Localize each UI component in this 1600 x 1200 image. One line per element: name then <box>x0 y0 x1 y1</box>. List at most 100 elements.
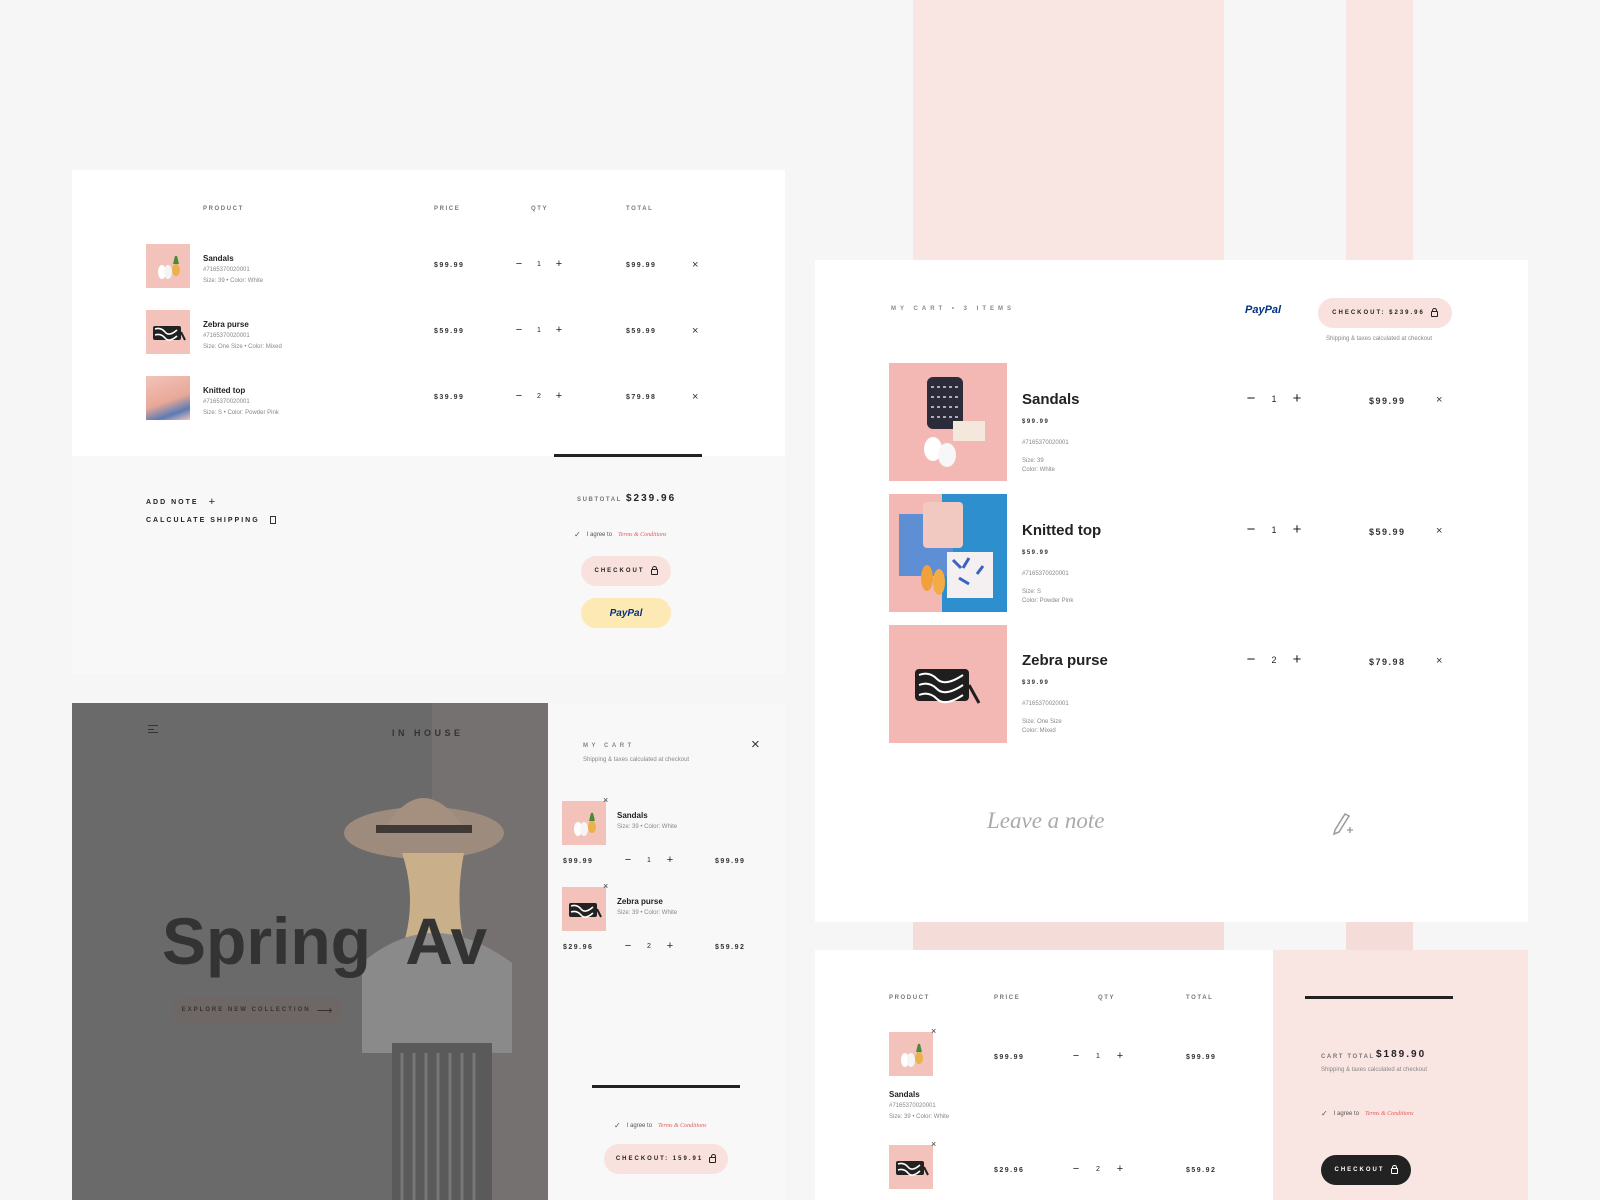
item-price: $99.99 <box>563 858 594 865</box>
big-cart-panel: MY CART • 3 ITEMS PayPal CHECKOUT: $239.… <box>815 260 1528 922</box>
product-image-knitted-top[interactable] <box>889 494 1007 612</box>
qty-increase-button[interactable]: + <box>1289 651 1305 668</box>
qty-decrease-button[interactable]: − <box>1069 1163 1083 1175</box>
product-sku: #7165370020001 <box>1022 571 1069 577</box>
product-name[interactable]: Sandals <box>1022 391 1080 408</box>
menu-icon[interactable] <box>148 725 158 733</box>
add-note-button[interactable]: ADD NOTE + <box>146 496 217 508</box>
remove-item-icon[interactable]: × <box>1436 526 1442 537</box>
product-size: Size: S <box>1022 589 1042 595</box>
checkbox-checked-icon[interactable]: ✓ <box>1321 1109 1328 1118</box>
close-drawer-icon[interactable]: × <box>751 737 760 752</box>
qty-increase-button[interactable]: + <box>663 854 677 866</box>
product-name[interactable]: Sandals <box>203 254 234 263</box>
pencil-icon[interactable] <box>1331 810 1353 841</box>
product-sku: #7165370020001 <box>203 399 250 405</box>
product-thumbnail-sandals[interactable] <box>889 1032 933 1076</box>
calculator-icon <box>269 516 276 524</box>
product-name[interactable]: Zebra purse <box>617 897 663 906</box>
product-thumbnail-zebra-purse[interactable] <box>562 887 606 931</box>
checkout-button[interactable]: CHECKOUT <box>581 556 671 586</box>
product-thumbnail-sandals[interactable] <box>146 244 190 288</box>
product-name[interactable]: Zebra purse <box>1022 652 1108 669</box>
qty-decrease-button[interactable]: − <box>1243 651 1259 668</box>
qty-value[interactable]: 2 <box>526 393 552 400</box>
qty-increase-button[interactable]: + <box>663 940 677 952</box>
qty-decrease-button[interactable]: − <box>512 390 526 402</box>
qty-decrease-button[interactable]: − <box>512 324 526 336</box>
paypal-button[interactable]: PayPal <box>581 598 671 628</box>
qty-increase-button[interactable]: + <box>1289 390 1305 407</box>
cart-total-sidebar: CART TOTAL $189.90 Shipping & taxes calc… <box>1273 950 1528 1200</box>
remove-item-icon[interactable]: × <box>603 882 608 891</box>
remove-item-icon[interactable]: × <box>692 260 698 271</box>
remove-item-icon[interactable]: × <box>692 392 698 403</box>
checkout-button[interactable]: CHECKOUT: $239.96 <box>1318 298 1452 328</box>
item-price: $99.99 <box>994 1054 1025 1061</box>
note-input[interactable]: Leave a note <box>987 808 1105 834</box>
item-total: $59.99 <box>626 328 657 335</box>
qty-decrease-button[interactable]: − <box>621 854 635 866</box>
remove-item-icon[interactable]: × <box>692 326 698 337</box>
calculate-shipping-button[interactable]: CALCULATE SHIPPING <box>146 516 276 524</box>
item-price: $29.96 <box>563 944 594 951</box>
item-total: $79.98 <box>1369 657 1406 667</box>
remove-item-icon[interactable]: × <box>1436 656 1442 667</box>
agree-text: I agree to <box>586 531 613 538</box>
product-image-zebra-purse[interactable] <box>889 625 1007 743</box>
qty-increase-button[interactable]: + <box>1289 521 1305 538</box>
checkbox-checked-icon[interactable]: ✓ <box>614 1121 621 1130</box>
qty-value[interactable]: 1 <box>1259 394 1289 404</box>
terms-link[interactable]: Terms & Conditions <box>1365 1111 1413 1117</box>
paypal-logo: PayPal <box>609 607 643 619</box>
qty-value[interactable]: 1 <box>526 261 552 268</box>
remove-item-icon[interactable]: × <box>931 1027 936 1036</box>
qty-value[interactable]: 1 <box>1083 1053 1113 1060</box>
product-name[interactable]: Knitted top <box>203 386 245 395</box>
terms-link[interactable]: Terms & Conditions <box>658 1123 706 1129</box>
qty-increase-button[interactable]: + <box>552 258 566 270</box>
product-sku: #7165370020001 <box>889 1103 936 1109</box>
checkout-label: CHECKOUT <box>1334 1167 1385 1173</box>
qty-decrease-button[interactable]: − <box>512 258 526 270</box>
qty-value[interactable]: 1 <box>1259 525 1289 535</box>
shipping-note: Shipping & taxes calculated at checkout <box>1321 1067 1428 1073</box>
qty-increase-button[interactable]: + <box>552 390 566 402</box>
checkout-button[interactable]: CHECKOUT: 159.91 <box>604 1144 728 1174</box>
qty-decrease-button[interactable]: − <box>1243 390 1259 407</box>
remove-item-icon[interactable]: × <box>1436 395 1442 406</box>
checkout-label: CHECKOUT: $239.96 <box>1332 310 1425 316</box>
qty-value[interactable]: 1 <box>526 327 552 334</box>
qty-increase-button[interactable]: + <box>552 324 566 336</box>
brand-logo[interactable]: IN HOUSE <box>392 728 464 738</box>
checkbox-checked-icon[interactable]: ✓ <box>574 530 581 539</box>
remove-item-icon[interactable]: × <box>603 796 608 805</box>
qty-decrease-button[interactable]: − <box>1243 521 1259 538</box>
product-image-sandals[interactable] <box>889 363 1007 481</box>
subtotal-label: SUBTOTAL <box>577 497 622 503</box>
terms-link[interactable]: Terms & Conditions <box>618 532 666 538</box>
product-name[interactable]: Knitted top <box>1022 522 1101 539</box>
qty-value[interactable]: 2 <box>1083 1166 1113 1173</box>
product-thumbnail-sandals[interactable] <box>562 801 606 845</box>
qty-value[interactable]: 2 <box>1259 655 1289 665</box>
paypal-button[interactable]: PayPal <box>1245 304 1281 316</box>
qty-decrease-button[interactable]: − <box>1069 1050 1083 1062</box>
product-thumbnail-zebra-purse[interactable] <box>146 310 190 354</box>
purse-image <box>153 326 186 341</box>
product-name[interactable]: Zebra purse <box>203 320 249 329</box>
product-thumbnail-zebra-purse[interactable] <box>889 1145 933 1189</box>
column-header-price: PRICE <box>994 995 1021 1001</box>
bg-strip <box>913 0 1224 260</box>
qty-value[interactable]: 2 <box>635 943 663 950</box>
checkout-button[interactable]: CHECKOUT <box>1321 1155 1411 1185</box>
qty-increase-button[interactable]: + <box>1113 1050 1127 1062</box>
product-name[interactable]: Sandals <box>617 811 648 820</box>
explore-collection-button[interactable]: EXPLORE NEW COLLECTION ⟶ <box>172 997 342 1023</box>
product-name[interactable]: Sandals <box>889 1090 920 1099</box>
remove-item-icon[interactable]: × <box>931 1140 936 1149</box>
qty-decrease-button[interactable]: − <box>621 940 635 952</box>
qty-increase-button[interactable]: + <box>1113 1163 1127 1175</box>
qty-value[interactable]: 1 <box>635 857 663 864</box>
product-thumbnail-knitted-top[interactable] <box>146 376 190 420</box>
